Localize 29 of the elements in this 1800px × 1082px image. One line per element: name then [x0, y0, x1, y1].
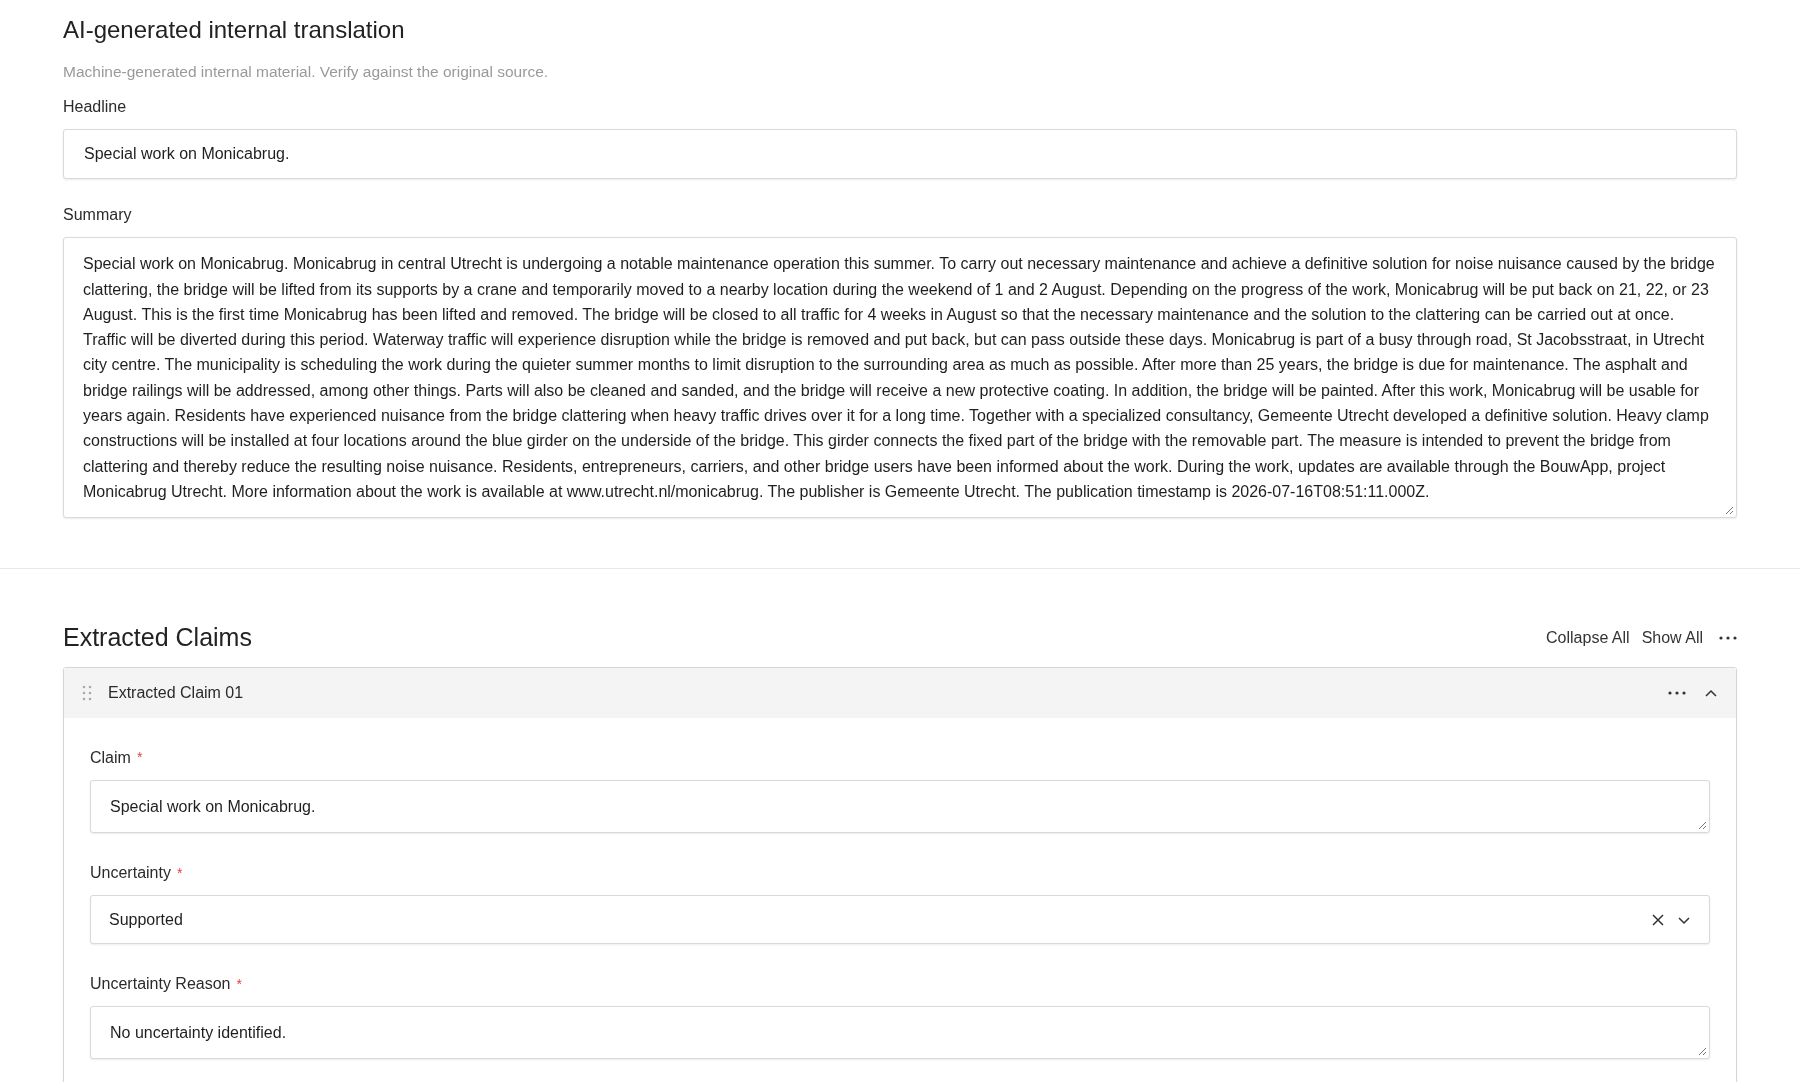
resize-handle-icon[interactable] [1725, 506, 1734, 516]
required-mark: * [176, 863, 183, 883]
action-link[interactable]: Show All [1641, 625, 1703, 650]
select-field[interactable]: Supported [90, 895, 1710, 944]
required-mark: * [236, 974, 242, 994]
section-note: Machine-generated internal material. Verify against the original source. [63, 62, 550, 82]
resize-handle-icon[interactable] [1698, 821, 1707, 830]
text-area[interactable]: Special work on Monicabrug. [90, 779, 1710, 833]
field-label: Claim [90, 747, 131, 768]
section-title: AI-generated internal translation [63, 15, 406, 45]
drag-handle-icon[interactable] [82, 684, 92, 701]
text-area[interactable]: No uncertainty identified. [90, 1006, 1710, 1060]
resize-handle-icon[interactable] [1698, 1047, 1707, 1057]
field-label: Headline [63, 97, 127, 118]
select-value: Supported [109, 909, 184, 930]
section-title: Extracted Claims [63, 622, 253, 654]
claim-header[interactable]: Extracted Claim 01 [64, 667, 1736, 718]
text-area-value: Special work on Monicabrug. Monicabrug in central Utrecht is undergoing a notable maintenance operation this summer. To carry out necessary maintenance and achieve a definitive solution for noise nuisance caused by the bridge clattering, the bridge will be lifted from its supports by a crane and temporarily moved to a nearby location during the weekend of 1 and 2 August. Depending on the progress of the work, Monicabrug will be put back on 21, 22, or 23 August. This is the first time Monicabrug has been lifted and removed. The bridge will be closed to all traffic for 4 weeks in August so that the necessary maintenance and the solution to the clattering can be carried out at once. Traffic will be diverted during this period. Waterway traffic will experience disruption while the bridge is removed and put back, but can pass outside these days. Monicabrug is part of a busy through road, St Jacobsstraat, in Utrecht city centre. The municipality is scheduling the work during the quieter summer months to limit disruption to the surrounding area as much as possible. After more than 25 years, the bridge is due for maintenance. The asphalt and bridge railings will be addressed, among other things. Parts will also be cleaned and sanded, and the bridge will receive a new protective coating. In addition, the bridge will be painted. After this work, Monicabrug will be usable for years again. Residents have experienced nuisance from the bridge clattering when heavy traffic drives over it for a long time. Together with a specialized consultancy, Gemeente Utrecht developed a definitive solution. Heavy clamp constructions will be installed at four locations around the blue girder on the underside of the bridge. This girder connects the fixed part of the bridge with the removable part. The measure is intended to prevent the bridge from clattering and thereby reduce the resulting noise nuisance. Residents, entrepreneurs, carriers, and other bridge users have been informed about the work. During the work, updates are available through the BouwApp, project Monicabrug Utrecht. More information about the work is available at www.utrecht.nl/monicabrug. The publisher is Gemeente Utrecht. The publication timestamp is 2026-07-16T08:51:11.000Z. [83, 254, 1716, 502]
field-label: Uncertainty [90, 863, 171, 883]
text-area-value: No uncertainty identified. [110, 1023, 288, 1043]
field-label: Summary [63, 205, 132, 226]
claim-title: Extracted Claim 01 [108, 682, 245, 703]
required-mark: * [136, 748, 143, 768]
text-area-value: Special work on Monicabrug. [110, 796, 317, 817]
clear-icon[interactable] [1651, 912, 1665, 927]
field-label: Uncertainty Reason [90, 974, 231, 994]
action-link[interactable]: Collapse All [1546, 625, 1630, 650]
text-field[interactable]: Special work on Monicabrug. [63, 129, 1737, 180]
more-icon[interactable] [1668, 690, 1686, 695]
